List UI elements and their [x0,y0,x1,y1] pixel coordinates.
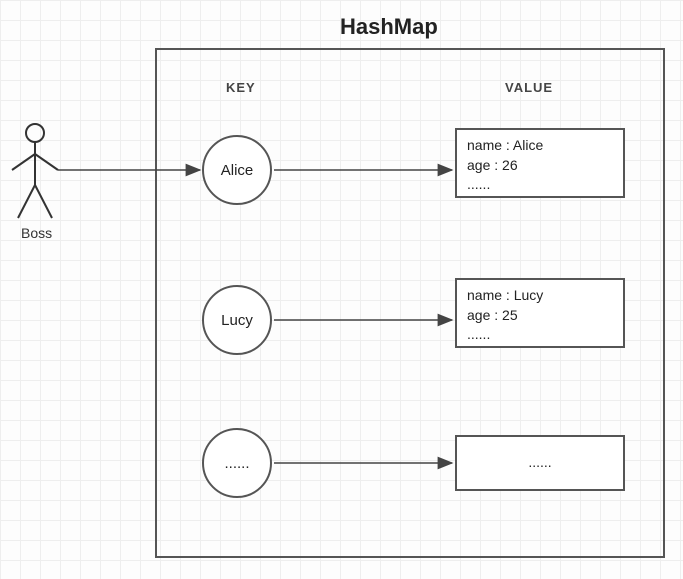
diagram-title: HashMap [340,14,438,40]
value-column-header: VALUE [505,80,553,95]
key-label: Alice [221,162,254,179]
value-node: name : Lucy age : 25 ...... [455,278,625,348]
value-node: ...... [455,435,625,491]
value-node: name : Alice age : 26 ...... [455,128,625,198]
key-node: ...... [202,428,272,498]
diagram-canvas: HashMap KEY VALUE Alice name : Alice age… [0,0,683,579]
key-node: Alice [202,135,272,205]
value-line: age : 26 [467,156,613,176]
key-label: ...... [224,455,249,472]
actor-icon [12,124,58,218]
value-line: name : Lucy [467,286,613,306]
key-node: Lucy [202,285,272,355]
value-line: name : Alice [467,136,613,156]
value-line: ...... [467,175,613,195]
actor-label: Boss [21,225,52,241]
key-label: Lucy [221,312,253,329]
key-column-header: KEY [226,80,256,95]
value-line: ...... [467,325,613,345]
value-line: age : 25 [467,306,613,326]
value-line: ...... [528,453,551,473]
